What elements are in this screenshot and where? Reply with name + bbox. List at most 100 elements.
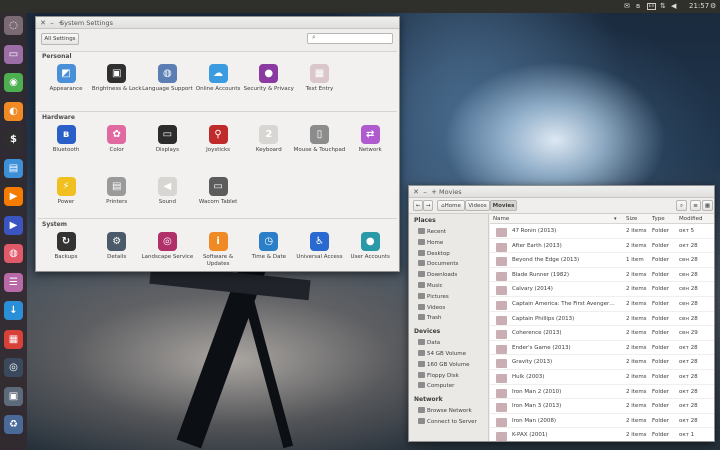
settings-item-keyboard[interactable]: 2 Keyboard bbox=[243, 125, 295, 154]
sidebar-item-music[interactable]: Music bbox=[418, 282, 443, 290]
settings-item-color[interactable]: ✿ Color bbox=[91, 125, 143, 154]
settings-item-accessibility[interactable]: ♿ Universal Access bbox=[294, 232, 346, 261]
settings-item-network[interactable]: ⇄ Network bbox=[344, 125, 396, 154]
list-view-icon[interactable]: ≡ bbox=[690, 200, 701, 211]
list-item[interactable]: K-PAX (2001) 2 items Folder окт 1 bbox=[490, 428, 714, 441]
terminal-icon[interactable]: $ bbox=[4, 130, 23, 149]
column-name[interactable]: Name bbox=[493, 216, 509, 222]
list-item[interactable]: Calvary (2014) 2 items Folder сен 28 bbox=[490, 282, 714, 297]
grid-view-icon[interactable]: ▦ bbox=[702, 200, 713, 211]
chrome-icon[interactable]: ◉ bbox=[4, 73, 23, 92]
dash-icon[interactable]: ◌ bbox=[4, 16, 23, 35]
settings-item-language[interactable]: ◍ Language Support bbox=[141, 64, 193, 93]
list-item[interactable]: Coherence (2013) 2 items Folder сен 29 bbox=[490, 326, 714, 341]
list-item[interactable]: Iron Man 3 (2013) 2 items Folder окт 28 bbox=[490, 399, 714, 414]
sound-icon[interactable]: ◀ bbox=[671, 2, 676, 11]
sidebar-item-160-gb-volume[interactable]: 160 GB Volume bbox=[418, 360, 470, 369]
files-icon[interactable]: ▭ bbox=[4, 44, 23, 64]
sidebar-item-trash[interactable]: Trash bbox=[418, 314, 442, 322]
sidebar-item-downloads[interactable]: Downloads bbox=[418, 271, 457, 279]
all-settings-button[interactable]: All Settings bbox=[41, 33, 79, 45]
path-home-button[interactable]: ⌂Home bbox=[437, 200, 465, 211]
language-icon: ◍ bbox=[157, 64, 177, 83]
settings-item-bluetooth[interactable]: ʙ Bluetooth bbox=[40, 125, 92, 154]
settings-item-mask[interactable]: ● Security & Privacy bbox=[243, 64, 295, 93]
list-item[interactable]: After Earth (2013) 2 items Folder окт 28 bbox=[490, 239, 714, 254]
settings-item-displays[interactable]: ▭ Displays bbox=[141, 125, 193, 154]
settings-item-clock[interactable]: ◷ Time & Date bbox=[243, 232, 295, 261]
settings-item-mouse[interactable]: ▯ Mouse & Touchpad bbox=[294, 125, 346, 154]
settings-item-tablet[interactable]: ▭ Wacom Tablet bbox=[192, 177, 244, 206]
settings-item-backup[interactable]: ↻ Backups bbox=[40, 232, 92, 261]
settings-item-cloud[interactable]: ☁ Online Accounts bbox=[192, 64, 244, 93]
back-icon[interactable]: ← bbox=[413, 200, 423, 211]
list-item[interactable]: Gravity (2013) 2 items Folder окт 28 bbox=[490, 355, 714, 370]
settings-item-software[interactable]: i Software & Updates bbox=[192, 232, 244, 268]
list-item[interactable]: Iron Man 2 (2010) 2 items Folder окт 28 bbox=[490, 385, 714, 400]
mail-icon[interactable]: ✉ bbox=[624, 2, 630, 11]
sidebar-item-54-gb-volume[interactable]: 54 GB Volume bbox=[418, 350, 466, 358]
column-modified[interactable]: Modified bbox=[679, 216, 702, 222]
minimize-icon[interactable]: – bbox=[421, 187, 429, 197]
drive-icon[interactable]: ▣ bbox=[4, 386, 23, 406]
settings-item-user[interactable]: ● User Accounts bbox=[344, 232, 396, 261]
player-icon[interactable]: ▶ bbox=[4, 215, 23, 235]
settings-item-power[interactable]: ⚡ Power bbox=[40, 177, 92, 206]
list-item[interactable]: Ender's Game (2013) 2 items Folder окт 28 bbox=[490, 341, 714, 356]
settings-item-lock[interactable]: ▣ Brightness & Lock bbox=[91, 64, 143, 93]
keyboard-layout-icon[interactable]: En bbox=[647, 3, 656, 10]
settings-item-joystick[interactable]: ⚲ Joysticks bbox=[192, 125, 244, 154]
sidebar-item-videos[interactable]: Videos bbox=[418, 303, 445, 312]
settings-item-sound[interactable]: ◀ Sound bbox=[141, 177, 193, 206]
settings-titlebar[interactable]: ✕ – + System Settings bbox=[36, 17, 399, 29]
firefox-icon[interactable]: ◐ bbox=[4, 101, 23, 121]
list-item[interactable]: Captain America: The First Avenger… 2 ite… bbox=[490, 297, 714, 312]
settings-item-details[interactable]: ⚙ Details bbox=[91, 232, 143, 261]
settings-item-label: Universal Access bbox=[296, 254, 343, 260]
column-type[interactable]: Type bbox=[652, 216, 665, 222]
path-videos-button[interactable]: Videos bbox=[465, 200, 490, 211]
list-item[interactable]: Blade Runner (1982) 2 items Folder сен 28 bbox=[490, 268, 714, 283]
power-icon[interactable]: ⚙ bbox=[710, 2, 716, 11]
files-titlebar[interactable]: ✕ – + Movies bbox=[409, 186, 714, 198]
settings-icon[interactable]: ☰ bbox=[4, 272, 23, 292]
maximize-icon[interactable]: + bbox=[430, 187, 438, 197]
sidebar-item-home[interactable]: Home bbox=[418, 238, 443, 247]
steam-icon[interactable]: ◎ bbox=[4, 358, 23, 377]
sidebar-item-connect-to-server[interactable]: Connect to Server bbox=[418, 418, 477, 426]
sidebar-item-data[interactable]: Data bbox=[418, 339, 440, 347]
network-icon[interactable]: ⇅ bbox=[660, 2, 666, 11]
list-item[interactable]: 47 Ronin (2013) 2 items Folder окт 5 bbox=[490, 224, 714, 239]
search-icon[interactable]: ⌕ bbox=[676, 200, 687, 211]
trash-icon[interactable]: ♻ bbox=[4, 415, 23, 434]
sidebar-item-pictures[interactable]: Pictures bbox=[418, 292, 449, 301]
nautilus-icon[interactable]: ▤ bbox=[4, 158, 23, 178]
clock[interactable]: 21:57 bbox=[689, 2, 709, 11]
settings-item-appearance[interactable]: ◩ Appearance bbox=[40, 64, 92, 93]
list-item[interactable]: Beyond the Edge (2013) 1 item Folder сен 28 bbox=[490, 253, 714, 268]
search-input[interactable]: ⌕ bbox=[307, 33, 393, 44]
sidebar-item-desktop[interactable]: Desktop bbox=[418, 249, 450, 258]
list-item[interactable]: Iron Man (2008) 2 items Folder окт 28 bbox=[490, 414, 714, 429]
vlc-icon[interactable]: ▶ bbox=[4, 187, 23, 206]
close-icon[interactable]: ✕ bbox=[39, 18, 47, 28]
sidebar-item-browse-network[interactable]: Browse Network bbox=[418, 407, 472, 415]
forward-icon[interactable]: → bbox=[423, 200, 433, 211]
settings-item-text-entry[interactable]: ▦ Text Entry bbox=[294, 64, 346, 93]
settings-item-landscape[interactable]: ◎ Landscape Service bbox=[141, 232, 193, 261]
settings-item-printer[interactable]: ▤ Printers bbox=[91, 177, 143, 206]
bluetooth-icon[interactable]: ʙ bbox=[636, 2, 640, 11]
list-item[interactable]: Hulk (2003) 2 items Folder окт 28 bbox=[490, 370, 714, 385]
sidebar-item-recent[interactable]: Recent bbox=[418, 228, 446, 236]
minimize-icon[interactable]: – bbox=[48, 18, 56, 28]
calendar-icon[interactable]: ▦ bbox=[4, 329, 23, 349]
color-icon[interactable]: ◍ bbox=[4, 244, 23, 263]
column-size[interactable]: Size bbox=[626, 216, 637, 222]
close-icon[interactable]: ✕ bbox=[412, 187, 420, 197]
sidebar-item-documents[interactable]: Documents bbox=[418, 260, 458, 268]
download-icon[interactable]: ↓ bbox=[4, 301, 23, 320]
list-item[interactable]: Captain Phillips (2013) 2 items Folder сен … bbox=[490, 312, 714, 327]
sidebar-item-computer[interactable]: Computer bbox=[418, 382, 454, 390]
sidebar-item-floppy-disk[interactable]: Floppy Disk bbox=[418, 371, 459, 380]
path-movies-button[interactable]: Movies bbox=[490, 200, 517, 211]
